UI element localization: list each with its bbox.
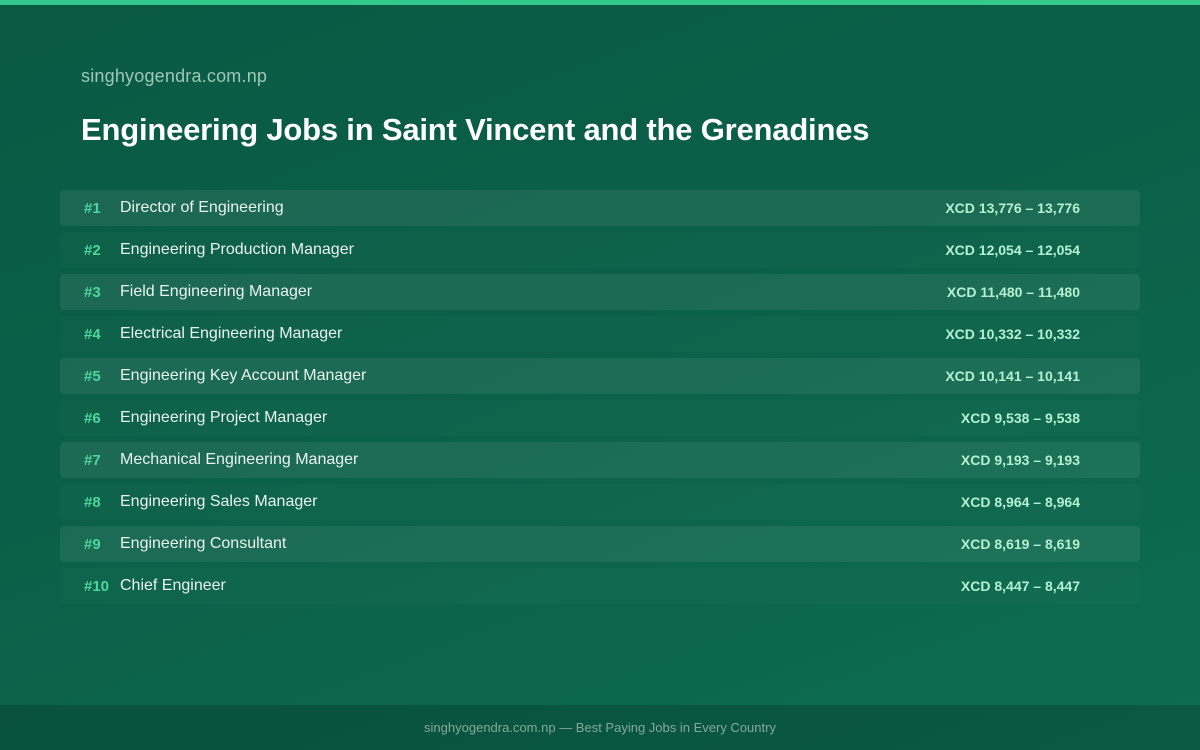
job-rank: #7 — [84, 451, 101, 469]
footer-text: singhyogendra.com.np — Best Paying Jobs … — [424, 720, 776, 735]
job-salary: XCD 12,054 – 12,054 — [945, 242, 1080, 258]
job-title: Engineering Key Account Manager — [120, 367, 367, 384]
job-rank: #8 — [84, 493, 101, 511]
list-item: #3 Field Engineering Manager XCD 11,480 … — [60, 274, 1140, 310]
top-accent-bar — [0, 0, 1200, 5]
job-salary: XCD 9,193 – 9,193 — [960, 452, 1080, 468]
list-item: #4 Electrical Engineering Manager XCD 10… — [60, 316, 1140, 352]
site-name: singhyogendra.com.np — [81, 66, 268, 86]
job-title: Chief Engineer — [120, 577, 226, 594]
job-salary: XCD 8,447 – 8,447 — [960, 578, 1080, 594]
jobs-list: #1 Director of Engineering XCD 13,776 – … — [60, 190, 1140, 610]
job-salary: XCD 13,776 – 13,776 — [945, 200, 1080, 216]
list-item: #8 Engineering Sales Manager XCD 8,964 –… — [60, 484, 1140, 520]
job-title: Engineering Sales Manager — [120, 493, 318, 510]
list-item: #2 Engineering Production Manager XCD 12… — [60, 232, 1140, 268]
job-rank: #9 — [84, 535, 101, 553]
list-item: #10 Chief Engineer XCD 8,447 – 8,447 — [60, 568, 1140, 604]
job-rank: #4 — [84, 325, 101, 343]
job-salary: XCD 10,332 – 10,332 — [945, 326, 1080, 342]
list-item: #6 Engineering Project Manager XCD 9,538… — [60, 400, 1140, 436]
job-rank: #5 — [84, 367, 101, 385]
job-title: Engineering Consultant — [120, 535, 287, 552]
job-rank: #2 — [84, 241, 101, 259]
list-item: #5 Engineering Key Account Manager XCD 1… — [60, 358, 1140, 394]
list-item: #1 Director of Engineering XCD 13,776 – … — [60, 190, 1140, 226]
job-title: Director of Engineering — [120, 199, 284, 216]
footer: singhyogendra.com.np — Best Paying Jobs … — [0, 705, 1200, 750]
list-item: #7 Mechanical Engineering Manager XCD 9,… — [60, 442, 1140, 478]
job-salary: XCD 11,480 – 11,480 — [946, 284, 1080, 300]
job-title: Engineering Production Manager — [120, 241, 354, 258]
job-rank: #3 — [84, 283, 101, 301]
job-rank: #1 — [84, 199, 101, 217]
page-title: Engineering Jobs in Saint Vincent and th… — [81, 112, 870, 147]
job-rank: #10 — [84, 577, 110, 595]
job-salary: XCD 10,141 – 10,141 — [945, 368, 1080, 384]
list-item: #9 Engineering Consultant XCD 8,619 – 8,… — [60, 526, 1140, 562]
job-title: Engineering Project Manager — [120, 409, 328, 426]
job-title: Electrical Engineering Manager — [120, 325, 343, 342]
job-salary: XCD 9,538 – 9,538 — [960, 410, 1080, 426]
job-rank: #6 — [84, 409, 101, 427]
job-salary: XCD 8,619 – 8,619 — [960, 536, 1080, 552]
job-title: Field Engineering Manager — [120, 283, 313, 300]
job-salary: XCD 8,964 – 8,964 — [960, 494, 1080, 510]
job-title: Mechanical Engineering Manager — [120, 451, 359, 468]
